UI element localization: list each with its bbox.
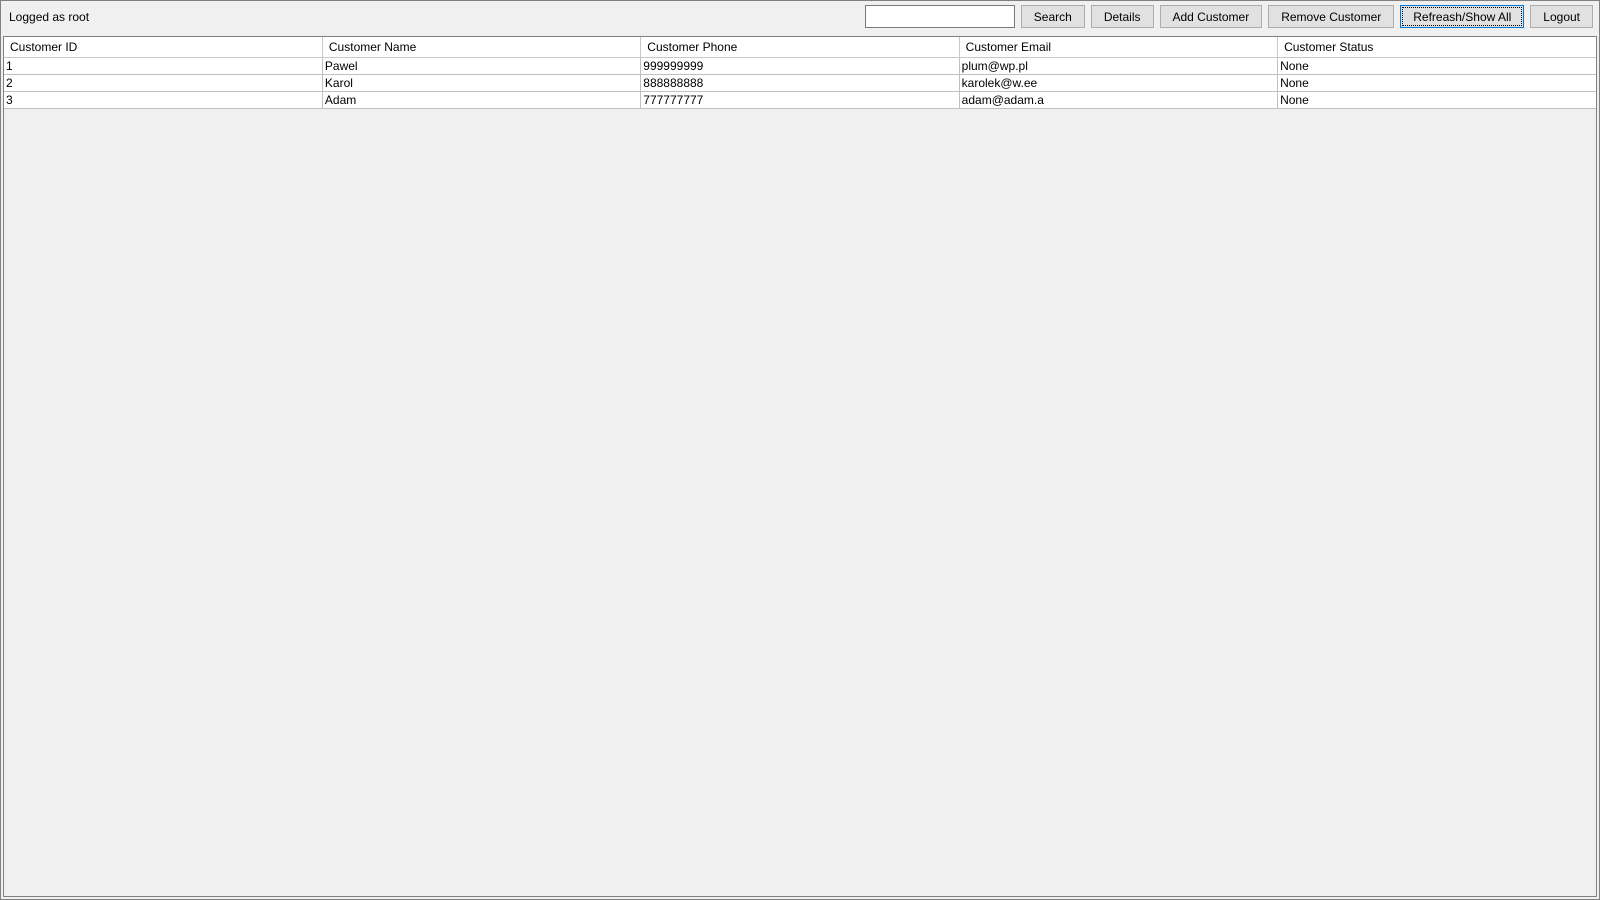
cell-id[interactable]: 3 [4,92,322,109]
login-status-label: Logged as root [7,10,89,24]
cell-name[interactable]: Pawel [322,58,640,75]
details-button[interactable]: Details [1091,5,1154,28]
cell-email[interactable]: adam@adam.a [959,92,1277,109]
remove-customer-button[interactable]: Remove Customer [1268,5,1394,28]
datagrid-empty-area [4,109,1596,896]
logout-button[interactable]: Logout [1530,5,1593,28]
search-button[interactable]: Search [1021,5,1085,28]
app-window: Logged as root Search Details Add Custom… [0,0,1600,900]
cell-email[interactable]: plum@wp.pl [959,58,1277,75]
toolbar: Logged as root Search Details Add Custom… [1,1,1599,36]
table-row[interactable]: 3Adam777777777adam@adam.aNone [4,92,1596,109]
customer-table: Customer ID Customer Name Customer Phone… [4,37,1596,109]
cell-phone[interactable]: 888888888 [641,75,959,92]
cell-phone[interactable]: 777777777 [641,92,959,109]
cell-id[interactable]: 1 [4,58,322,75]
cell-status[interactable]: None [1278,92,1596,109]
table-row[interactable]: 2Karol888888888karolek@w.eeNone [4,75,1596,92]
add-customer-button[interactable]: Add Customer [1160,5,1263,28]
customer-datagrid[interactable]: Customer ID Customer Name Customer Phone… [3,36,1597,897]
column-header-status[interactable]: Customer Status [1278,37,1596,58]
cell-phone[interactable]: 999999999 [641,58,959,75]
refresh-show-all-button[interactable]: Refreash/Show All [1400,5,1524,28]
cell-email[interactable]: karolek@w.ee [959,75,1277,92]
column-header-id[interactable]: Customer ID [4,37,322,58]
column-header-phone[interactable]: Customer Phone [641,37,959,58]
cell-status[interactable]: None [1278,58,1596,75]
cell-name[interactable]: Adam [322,92,640,109]
cell-id[interactable]: 2 [4,75,322,92]
table-row[interactable]: 1Pawel999999999plum@wp.plNone [4,58,1596,75]
cell-status[interactable]: None [1278,75,1596,92]
column-header-email[interactable]: Customer Email [959,37,1277,58]
table-container: Customer ID Customer Name Customer Phone… [1,36,1599,899]
column-header-name[interactable]: Customer Name [322,37,640,58]
search-input[interactable] [865,5,1015,28]
table-header-row: Customer ID Customer Name Customer Phone… [4,37,1596,58]
cell-name[interactable]: Karol [322,75,640,92]
